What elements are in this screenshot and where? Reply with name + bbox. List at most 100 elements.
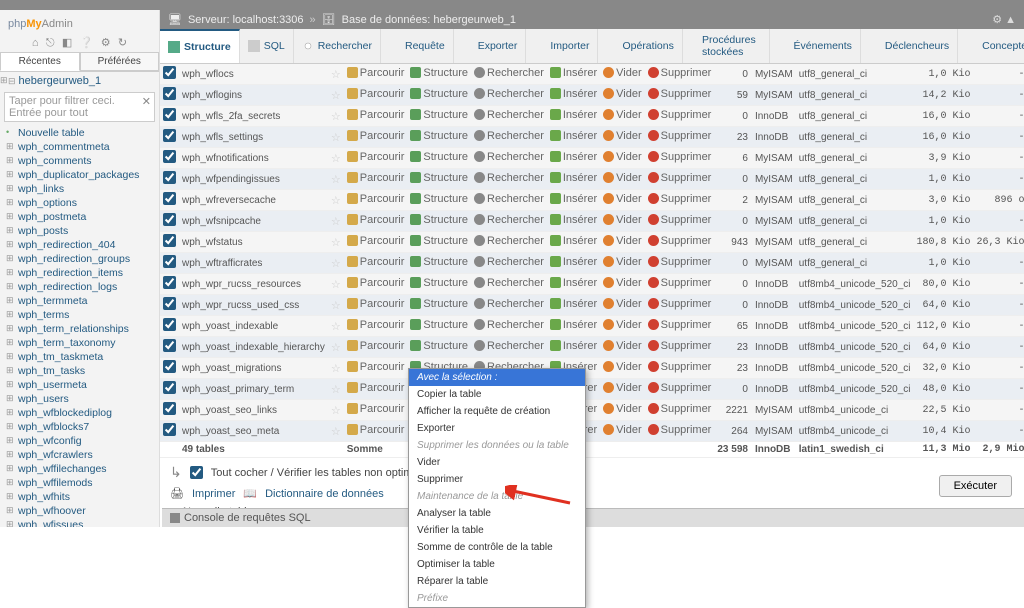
query-icon[interactable]: ◧ bbox=[62, 37, 72, 49]
table-name[interactable]: wph_wfls_settings bbox=[179, 127, 328, 148]
empty-action[interactable]: Vider bbox=[603, 172, 641, 184]
tree-table[interactable]: wph_wffilemods bbox=[0, 476, 159, 490]
dictionary-link[interactable]: Dictionnaire de données bbox=[265, 488, 384, 500]
browse-action[interactable]: Parcourir bbox=[347, 214, 405, 226]
row-checkbox[interactable] bbox=[163, 318, 176, 331]
drop-action[interactable]: Supprimer bbox=[648, 298, 712, 310]
favorite-star-icon[interactable]: ☆ bbox=[331, 132, 341, 144]
drop-action[interactable]: Supprimer bbox=[648, 67, 712, 79]
tree-table[interactable]: wph_wfconfig bbox=[0, 434, 159, 448]
reload-icon[interactable]: ↻ bbox=[118, 37, 127, 49]
dropdown-item[interactable]: Copier la table bbox=[409, 386, 585, 403]
favorite-star-icon[interactable]: ☆ bbox=[331, 69, 341, 81]
tab-opérations[interactable]: Opérations bbox=[598, 29, 682, 63]
favorite-star-icon[interactable]: ☆ bbox=[331, 321, 341, 333]
table-name[interactable]: wph_wpr_rucss_used_css bbox=[179, 295, 328, 316]
browse-action[interactable]: Parcourir bbox=[347, 151, 405, 163]
row-checkbox[interactable] bbox=[163, 66, 176, 79]
tree-table[interactable]: wph_redirection_logs bbox=[0, 280, 159, 294]
tab-concepteur[interactable]: Concepteur bbox=[958, 29, 1024, 63]
tree-table[interactable]: wph_terms bbox=[0, 308, 159, 322]
table-name[interactable]: wph_wfsnipcache bbox=[179, 211, 328, 232]
favorite-star-icon[interactable]: ☆ bbox=[331, 237, 341, 249]
row-checkbox[interactable] bbox=[163, 234, 176, 247]
structure-action[interactable]: Structure bbox=[410, 67, 468, 79]
table-name[interactable]: wph_wfnotifications bbox=[179, 148, 328, 169]
favorite-star-icon[interactable]: ☆ bbox=[331, 300, 341, 312]
tree-table[interactable]: wph_posts bbox=[0, 224, 159, 238]
tree-table[interactable]: wph_wfissues bbox=[0, 518, 159, 527]
drop-action[interactable]: Supprimer bbox=[648, 193, 712, 205]
print-link[interactable]: Imprimer bbox=[192, 488, 235, 500]
empty-action[interactable]: Vider bbox=[603, 193, 641, 205]
tree-table[interactable]: wph_redirection_404 bbox=[0, 238, 159, 252]
tab-recent[interactable]: Récentes bbox=[0, 52, 80, 71]
tree-table[interactable]: wph_wfblockediplog bbox=[0, 406, 159, 420]
structure-action[interactable]: Structure bbox=[410, 130, 468, 142]
empty-action[interactable]: Vider bbox=[603, 424, 641, 436]
row-checkbox[interactable] bbox=[163, 339, 176, 352]
dropdown-item[interactable]: Réparer la table bbox=[409, 573, 585, 590]
search-action[interactable]: Rechercher bbox=[474, 88, 544, 100]
insert-action[interactable]: Insérer bbox=[550, 109, 597, 121]
tree-table[interactable]: wph_redirection_items bbox=[0, 266, 159, 280]
browse-action[interactable]: Parcourir bbox=[347, 382, 405, 394]
tab-sql[interactable]: SQL bbox=[240, 29, 294, 63]
favorite-star-icon[interactable]: ☆ bbox=[331, 195, 341, 207]
favorite-star-icon[interactable]: ☆ bbox=[331, 384, 341, 396]
tree-table[interactable]: wph_redirection_groups bbox=[0, 252, 159, 266]
tab-requête[interactable]: Requête bbox=[381, 29, 454, 63]
tree-table[interactable]: wph_term_taxonomy bbox=[0, 336, 159, 350]
empty-action[interactable]: Vider bbox=[603, 403, 641, 415]
tree-table[interactable]: wph_users bbox=[0, 392, 159, 406]
row-checkbox[interactable] bbox=[163, 150, 176, 163]
tree-table[interactable]: wph_wfhoover bbox=[0, 504, 159, 518]
insert-action[interactable]: Insérer bbox=[550, 319, 597, 331]
dropdown-item[interactable]: Vider bbox=[409, 454, 585, 471]
dropdown-item[interactable]: Optimiser la table bbox=[409, 556, 585, 573]
structure-action[interactable]: Structure bbox=[410, 214, 468, 226]
row-checkbox[interactable] bbox=[163, 402, 176, 415]
empty-action[interactable]: Vider bbox=[603, 109, 641, 121]
page-settings-icon[interactable]: ⚙ ▲ bbox=[992, 13, 1016, 26]
clear-filter-icon[interactable]: ✕ bbox=[142, 95, 151, 108]
insert-action[interactable]: Insérer bbox=[550, 151, 597, 163]
empty-action[interactable]: Vider bbox=[603, 214, 641, 226]
table-name[interactable]: wph_yoast_seo_links bbox=[179, 400, 328, 421]
empty-action[interactable]: Vider bbox=[603, 67, 641, 79]
row-checkbox[interactable] bbox=[163, 297, 176, 310]
empty-action[interactable]: Vider bbox=[603, 151, 641, 163]
table-name[interactable]: wph_wpr_rucss_resources bbox=[179, 274, 328, 295]
insert-action[interactable]: Insérer bbox=[550, 256, 597, 268]
favorite-star-icon[interactable]: ☆ bbox=[331, 174, 341, 186]
table-name[interactable]: wph_wftrafficrates bbox=[179, 253, 328, 274]
tab-structure[interactable]: Structure bbox=[160, 29, 240, 63]
insert-action[interactable]: Insérer bbox=[550, 235, 597, 247]
table-name[interactable]: wph_wflocs bbox=[179, 64, 328, 85]
search-action[interactable]: Rechercher bbox=[474, 256, 544, 268]
browse-action[interactable]: Parcourir bbox=[347, 172, 405, 184]
favorite-star-icon[interactable]: ☆ bbox=[331, 258, 341, 270]
tree-table[interactable]: wph_termmeta bbox=[0, 294, 159, 308]
table-name[interactable]: wph_yoast_seo_meta bbox=[179, 421, 328, 442]
browse-action[interactable]: Parcourir bbox=[347, 403, 405, 415]
empty-action[interactable]: Vider bbox=[603, 340, 641, 352]
favorite-star-icon[interactable]: ☆ bbox=[331, 363, 341, 375]
tree-table[interactable]: wph_commentmeta bbox=[0, 140, 159, 154]
insert-action[interactable]: Insérer bbox=[550, 340, 597, 352]
row-checkbox[interactable] bbox=[163, 129, 176, 142]
drop-action[interactable]: Supprimer bbox=[648, 88, 712, 100]
drop-action[interactable]: Supprimer bbox=[648, 214, 712, 226]
structure-action[interactable]: Structure bbox=[410, 340, 468, 352]
empty-action[interactable]: Vider bbox=[603, 298, 641, 310]
structure-action[interactable]: Structure bbox=[410, 277, 468, 289]
tree-table[interactable]: wph_wffilechanges bbox=[0, 462, 159, 476]
table-name[interactable]: wph_wflogins bbox=[179, 85, 328, 106]
drop-action[interactable]: Supprimer bbox=[648, 340, 712, 352]
favorite-star-icon[interactable]: ☆ bbox=[331, 279, 341, 291]
structure-action[interactable]: Structure bbox=[410, 235, 468, 247]
search-action[interactable]: Rechercher bbox=[474, 298, 544, 310]
search-action[interactable]: Rechercher bbox=[474, 130, 544, 142]
search-action[interactable]: Rechercher bbox=[474, 340, 544, 352]
empty-action[interactable]: Vider bbox=[603, 361, 641, 373]
